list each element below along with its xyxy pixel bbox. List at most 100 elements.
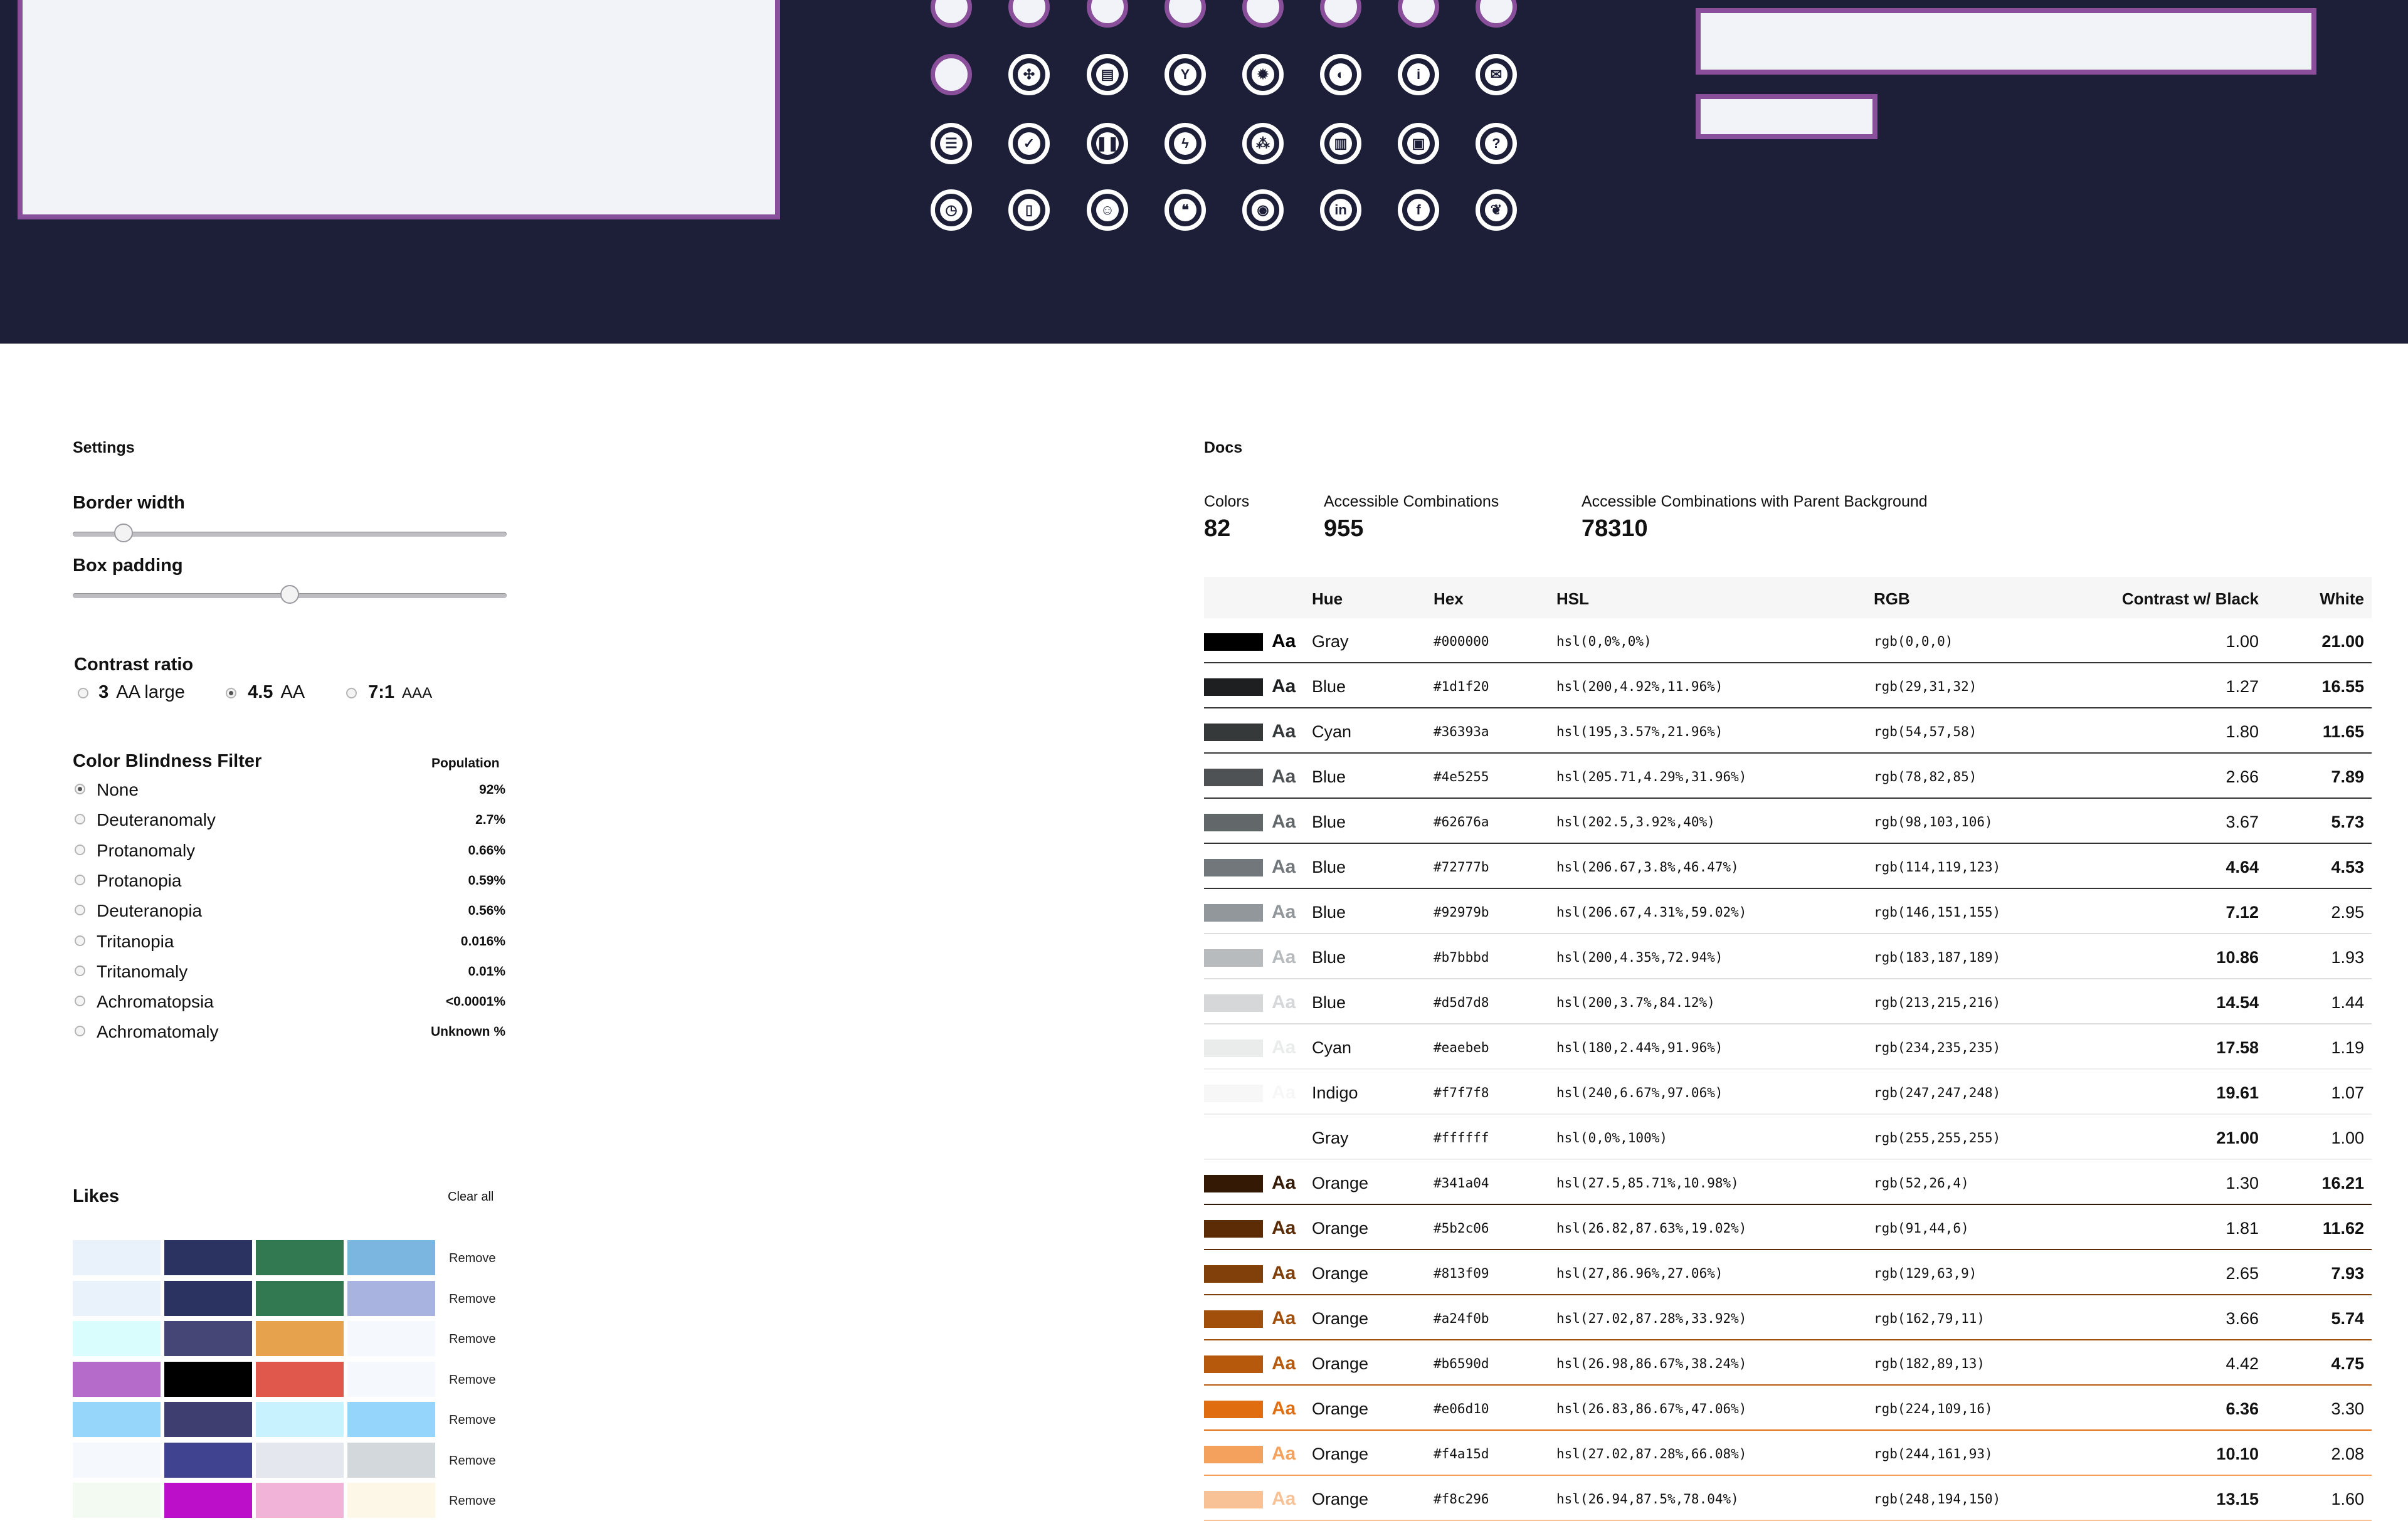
bolt-icon[interactable]: ϟ (1164, 123, 1206, 164)
table-row[interactable]: Aa Orange #b6590d hsl(26.98,86.67%,38.24%) r… (1204, 1340, 2372, 1386)
cb-option-none[interactable]: None 92% (73, 780, 505, 805)
twitter-icon[interactable]: ❦ (1476, 189, 1517, 231)
sitemap-icon[interactable]: ⁂ (1242, 123, 1284, 164)
radio-icon[interactable] (78, 687, 88, 698)
like-swatch[interactable] (73, 1402, 161, 1437)
like-swatch[interactable] (164, 1361, 252, 1397)
user-circle-icon[interactable]: ☺ (1087, 189, 1128, 231)
cb-option-achromatopsia[interactable]: Achromatopsia <0.0001% (73, 992, 505, 1017)
table-row[interactable]: Aa Orange #813f09 hsl(27,86.96%,27.06%) rgb(… (1204, 1250, 2372, 1295)
col-hsl[interactable]: HSL (1556, 589, 1589, 609)
swatch-circle[interactable] (931, 54, 972, 95)
like-swatch[interactable] (73, 1240, 161, 1275)
preview-input-narrow[interactable] (1696, 94, 1877, 139)
clear-all-button[interactable]: Clear all (448, 1190, 494, 1204)
radio-icon[interactable] (75, 874, 85, 885)
like-swatch[interactable] (164, 1442, 252, 1478)
border-width-slider[interactable] (73, 524, 507, 542)
table-row[interactable]: Aa Cyan #eaebeb hsl(180,2.44%,91.96%) rgb(23… (1204, 1024, 2372, 1070)
compress-icon[interactable]: ✣ (1008, 54, 1050, 95)
swatch-circle[interactable] (1320, 0, 1361, 28)
like-swatch[interactable] (73, 1483, 161, 1518)
like-swatch[interactable] (164, 1321, 252, 1356)
cb-option-protanopia[interactable]: Protanopia 0.59% (73, 871, 505, 896)
remove-like-button[interactable]: Remove (449, 1373, 495, 1387)
mail-icon[interactable]: ✉ (1476, 54, 1517, 95)
like-swatch[interactable] (164, 1402, 252, 1437)
like-swatch[interactable] (256, 1442, 344, 1478)
swatch-circle[interactable] (1398, 0, 1439, 28)
like-swatch[interactable] (256, 1321, 344, 1356)
like-swatch[interactable] (164, 1483, 252, 1518)
table-row[interactable]: Aa Orange #f4a15d hsl(27.02,87.28%,66.08%) r… (1204, 1431, 2372, 1476)
table-row[interactable]: Aa Orange #5b2c06 hsl(26.82,87.63%,19.02%) r… (1204, 1205, 2372, 1250)
book-icon[interactable]: ▯ (1008, 189, 1050, 231)
table-row[interactable]: Aa Blue #b7bbbd hsl(200,4.35%,72.94%) rgb(18… (1204, 934, 2372, 979)
like-swatch[interactable] (73, 1361, 161, 1397)
col-white[interactable]: White (2320, 589, 2364, 609)
radio-icon[interactable] (75, 1026, 85, 1037)
table-row[interactable]: Aa Blue #d5d7d8 hsl(200,3.7%,84.12%) rgb(213… (1204, 979, 2372, 1024)
table-row[interactable]: Aa Blue #92979b hsl(206.67,4.31%,59.02%) rgb… (1204, 889, 2372, 934)
like-swatch[interactable] (347, 1442, 435, 1478)
shield-icon[interactable]: ◐ (1320, 54, 1361, 95)
cb-option-achromatomaly[interactable]: Achromatomaly Unknown % (73, 1022, 505, 1047)
like-swatch[interactable] (347, 1321, 435, 1356)
radio-icon[interactable] (75, 935, 85, 946)
table-row[interactable]: Aa Blue #72777b hsl(206.67,3.8%,46.47%) rgb(… (1204, 844, 2372, 889)
border-width-slider-thumb[interactable] (114, 524, 133, 542)
radio-icon[interactable] (75, 905, 85, 916)
swatch-circle[interactable] (1242, 0, 1284, 28)
clock-icon[interactable]: ◷ (931, 189, 972, 231)
box-padding-slider-thumb[interactable] (280, 585, 299, 604)
radio-icon[interactable] (75, 844, 85, 855)
cb-option-tritanopia[interactable]: Tritanopia 0.016% (73, 932, 505, 957)
swatch-circle[interactable] (1087, 0, 1128, 28)
list-icon[interactable]: ☰ (931, 123, 972, 164)
table-row[interactable]: Aa Orange #f8c296 hsl(26.94,87.5%,78.04%) rg… (1204, 1476, 2372, 1521)
facebook-icon[interactable]: f (1398, 189, 1439, 231)
swatch-circle[interactable] (1164, 0, 1206, 28)
like-swatch[interactable] (73, 1442, 161, 1478)
col-hex[interactable]: Hex (1434, 589, 1464, 609)
like-swatch[interactable] (347, 1483, 435, 1518)
remove-like-button[interactable]: Remove (449, 1332, 495, 1347)
preview-input-wide[interactable] (1696, 8, 2316, 75)
remove-like-button[interactable]: Remove (449, 1292, 495, 1307)
cb-option-protanomaly[interactable]: Protanomaly 0.66% (73, 841, 505, 866)
like-swatch[interactable] (256, 1240, 344, 1275)
remove-like-button[interactable]: Remove (449, 1494, 495, 1508)
info-icon[interactable]: i (1398, 54, 1439, 95)
col-rgb[interactable]: RGB (1874, 589, 1910, 609)
swatch-circle[interactable] (931, 0, 972, 28)
radio-icon[interactable] (226, 687, 236, 698)
gear-icon[interactable]: ✹ (1242, 54, 1284, 95)
filter-icon[interactable]: Y (1164, 54, 1206, 95)
like-swatch[interactable] (256, 1483, 344, 1518)
col-contrast-black[interactable]: Contrast w/ Black (2122, 589, 2259, 609)
cb-option-deuteranopia[interactable]: Deuteranopia 0.56% (73, 901, 505, 926)
like-swatch[interactable] (73, 1280, 161, 1316)
like-swatch[interactable] (164, 1240, 252, 1275)
remove-like-button[interactable]: Remove (449, 1413, 495, 1428)
quote-icon[interactable]: ❝ (1164, 189, 1206, 231)
clipboard-icon[interactable]: ▥ (1320, 123, 1361, 164)
table-row[interactable]: Aa Blue #4e5255 hsl(205.71,4.29%,31.96%) rgb… (1204, 754, 2372, 799)
table-row[interactable]: Aa Orange #a24f0b hsl(27.02,87.28%,33.92%) r… (1204, 1295, 2372, 1340)
like-swatch[interactable] (73, 1321, 161, 1356)
table-row[interactable]: Aa Gray #000000 hsl(0,0%,0%) rgb(0,0,0) 1.00 2… (1204, 618, 2372, 663)
radio-icon[interactable] (75, 965, 85, 976)
table-row[interactable]: Aa Gray #ffffff hsl(0,0%,100%) rgb(255,255,2… (1204, 1115, 2372, 1160)
contrast-option-4-5[interactable]: 4.5 AA (226, 682, 305, 703)
table-row[interactable]: Aa Blue #1d1f20 hsl(200,4.92%,11.96%) rgb(29… (1204, 663, 2372, 708)
like-swatch[interactable] (347, 1280, 435, 1316)
github-icon[interactable]: ◉ (1242, 189, 1284, 231)
cb-option-tritanomaly[interactable]: Tritanomaly 0.01% (73, 962, 505, 987)
contrast-option-7-1[interactable]: 7:1 AAA (346, 682, 432, 703)
like-swatch[interactable] (347, 1361, 435, 1397)
like-swatch[interactable] (347, 1402, 435, 1437)
swatch-circle[interactable] (1476, 0, 1517, 28)
table-row[interactable]: Aa Orange #e06d10 hsl(26.83,86.67%,47.06%) r… (1204, 1386, 2372, 1431)
like-swatch[interactable] (256, 1361, 344, 1397)
cb-option-deuteranomaly[interactable]: Deuteranomaly 2.7% (73, 810, 505, 835)
